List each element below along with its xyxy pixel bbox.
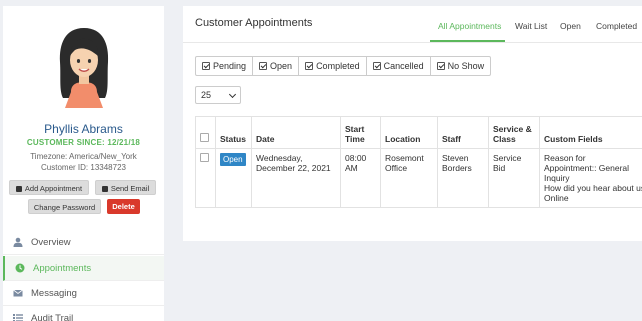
customer-id-label: Customer ID: 13348723 (41, 163, 126, 172)
filter-no-show[interactable]: No Show (431, 57, 491, 75)
column-header-staff[interactable]: Staff (437, 116, 489, 149)
delete-label: Delete (112, 202, 135, 211)
column-header-date[interactable]: Date (251, 116, 341, 149)
send-email-button[interactable]: Send Email (95, 180, 156, 195)
column-header-service-class[interactable]: Service & Class (488, 116, 540, 149)
custom-field-line: Reason for Appointment:: General Inquiry (544, 153, 630, 183)
timezone-label: Timezone: America/New_York (30, 152, 137, 161)
row-select-cell (195, 148, 216, 208)
filter-open[interactable]: Open (253, 57, 300, 75)
table-header-row: Status Date Start Time Location Staff Se… (195, 116, 642, 149)
location-cell: Rosemont Office (380, 148, 438, 208)
select-all-cell (195, 116, 216, 149)
staff-cell: Steven Borders (437, 148, 489, 208)
page-title: Customer Appointments (195, 17, 313, 29)
page-size-select[interactable]: 25 (195, 86, 241, 104)
tab-open[interactable]: Open (560, 21, 581, 31)
checkbox-checked-icon (202, 62, 210, 70)
nav-item-overview[interactable]: Overview (3, 230, 164, 255)
column-header-custom-fields: Custom Fields (539, 116, 642, 149)
add-appointment-button[interactable]: Add Appointment (9, 180, 89, 195)
custom-field-line: Online (544, 193, 569, 203)
envelope-icon (101, 185, 108, 192)
customer-profile-card: Phyllis Abrams CUSTOMER SINCE: 12/21/18 … (3, 6, 164, 321)
nav-item-messaging[interactable]: Messaging (3, 281, 164, 306)
filter-cancelled[interactable]: Cancelled (367, 57, 431, 75)
date-cell: Wednesday, December 22, 2021 (251, 148, 341, 208)
filter-pending[interactable]: Pending (196, 57, 254, 75)
status-filter-group: Pending Open Completed Cancelled No Show (195, 56, 492, 76)
customer-name: Phyllis Abrams (44, 122, 123, 136)
service-class-cell: Service Bid (488, 148, 540, 208)
page-size-value: 25 (201, 90, 212, 100)
tab-all-appointments[interactable]: All Appointments (438, 21, 501, 31)
filter-label: No Show (447, 61, 485, 71)
filter-label: Cancelled (383, 61, 424, 71)
tab-wait-list[interactable]: Wait List (515, 21, 547, 31)
start-time-cell: 08:00 AM (340, 148, 381, 208)
calendar-icon (15, 185, 22, 192)
nav-item-appointments[interactable]: Appointments (3, 256, 164, 281)
avatar (59, 28, 109, 108)
column-header-status[interactable]: Status (215, 116, 252, 149)
filter-completed[interactable]: Completed (299, 57, 367, 75)
filter-label: Completed (316, 61, 360, 71)
delete-button[interactable]: Delete (107, 199, 140, 214)
column-header-location[interactable]: Location (380, 116, 438, 149)
filter-label: Pending (213, 61, 247, 71)
divider (183, 42, 642, 43)
envelope-icon (13, 289, 23, 297)
checkbox-checked-icon (372, 62, 381, 70)
status-badge[interactable]: Open (220, 153, 246, 166)
change-password-button[interactable]: Change Password (28, 199, 101, 214)
clock-icon (15, 263, 25, 273)
custom-fields-cell: Reason for Appointment:: General Inquiry… (539, 148, 642, 208)
user-icon (13, 237, 23, 247)
nav-item-label: Audit Trail (31, 313, 74, 321)
status-cell: Open (215, 148, 252, 208)
nav-item-audit-trail[interactable]: Audit Trail (3, 306, 164, 321)
tab-completed[interactable]: Completed (596, 21, 637, 31)
add-appointment-label: Add Appointment (24, 184, 83, 193)
checkbox-checked-icon (305, 62, 314, 70)
nav-item-label: Messaging (31, 288, 77, 299)
row-checkbox[interactable] (200, 153, 209, 162)
chevron-down-icon (228, 90, 237, 99)
appointments-panel: Customer Appointments All Appointments W… (183, 6, 642, 241)
change-password-label: Change Password (33, 203, 96, 212)
custom-field-line: How did you hear about us (544, 183, 642, 193)
customer-since-label: CUSTOMER SINCE: 12/21/18 (26, 138, 141, 147)
checkbox-checked-icon (436, 62, 445, 70)
send-email-label: Send Email (110, 184, 150, 193)
nav-item-label: Overview (31, 237, 71, 248)
filter-label: Open (270, 61, 293, 71)
appointments-table: Status Date Start Time Location Staff Se… (195, 116, 642, 208)
nav-item-label: Appointments (33, 263, 92, 274)
checkbox-checked-icon (259, 62, 268, 70)
select-all-checkbox[interactable] (200, 133, 209, 142)
column-header-start-time[interactable]: Start Time (340, 116, 381, 149)
table-row[interactable]: Open Wednesday, December 22, 2021 08:00 … (195, 148, 642, 208)
list-icon (13, 314, 23, 321)
